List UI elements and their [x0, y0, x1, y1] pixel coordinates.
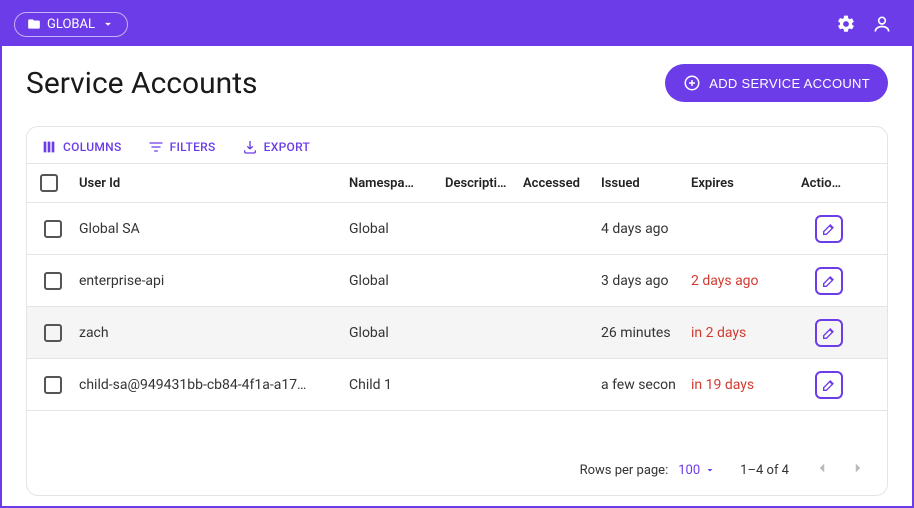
chevron-left-icon	[813, 459, 831, 477]
table-row[interactable]: child-sa@949431bb-cb84-4f1a-a17… Child 1…	[27, 359, 887, 411]
cell-issued: 4 days ago	[601, 221, 691, 237]
th-user-id[interactable]: User Id	[79, 176, 349, 191]
pencil-icon	[821, 273, 837, 289]
rows-per-page-label: Rows per page:	[580, 463, 669, 478]
folder-icon	[27, 17, 41, 31]
cell-namespace: Child 1	[349, 377, 445, 393]
pencil-icon	[821, 221, 837, 237]
cell-namespace: Global	[349, 221, 445, 237]
namespace-selector[interactable]: GLOBAL	[14, 12, 128, 37]
export-tool[interactable]: EXPORT	[242, 139, 311, 155]
filter-icon	[148, 139, 164, 155]
th-expires[interactable]: Expires	[691, 176, 801, 191]
cell-expires: in 19 days	[691, 377, 801, 393]
edit-button[interactable]	[815, 267, 843, 295]
cell-user-id: child-sa@949431bb-cb84-4f1a-a17…	[79, 377, 349, 393]
cell-expires: in 2 days	[691, 325, 801, 341]
next-page-button[interactable]	[845, 455, 871, 485]
add-button-label: ADD SERVICE ACCOUNT	[709, 76, 870, 91]
pencil-icon	[821, 377, 837, 393]
row-checkbox[interactable]	[44, 376, 62, 394]
select-all-checkbox[interactable]	[40, 174, 58, 192]
cell-user-id: Global SA	[79, 221, 349, 237]
th-description[interactable]: Descripti…	[445, 176, 523, 191]
rows-per-page-select[interactable]: 100	[678, 463, 716, 478]
edit-button[interactable]	[815, 371, 843, 399]
cell-expires: 2 days ago	[691, 273, 801, 289]
table-row[interactable]: zach Global 26 minutes in 2 days	[27, 307, 887, 359]
cell-issued: a few secon	[601, 377, 691, 393]
row-checkbox[interactable]	[44, 220, 62, 238]
person-icon	[872, 14, 892, 34]
gear-icon	[836, 14, 856, 34]
row-checkbox[interactable]	[44, 272, 62, 290]
prev-page-button[interactable]	[809, 455, 835, 485]
pencil-icon	[821, 325, 837, 341]
download-icon	[242, 139, 258, 155]
page-title: Service Accounts	[26, 66, 258, 101]
cell-namespace: Global	[349, 325, 445, 341]
chevron-right-icon	[849, 459, 867, 477]
cell-user-id: zach	[79, 325, 349, 341]
cell-issued: 3 days ago	[601, 273, 691, 289]
pagination-range: 1–4 of 4	[740, 463, 789, 478]
edit-button[interactable]	[815, 215, 843, 243]
settings-button[interactable]	[828, 6, 864, 42]
th-issued[interactable]: Issued	[601, 176, 691, 191]
namespace-label: GLOBAL	[47, 17, 95, 32]
chevron-down-icon	[101, 17, 115, 31]
dropdown-icon	[704, 464, 716, 476]
th-namespace[interactable]: Namespa…	[349, 176, 445, 191]
columns-tool[interactable]: COLUMNS	[41, 139, 122, 155]
account-button[interactable]	[864, 6, 900, 42]
th-accessed[interactable]: Accessed	[523, 176, 601, 191]
plus-circle-icon	[683, 74, 701, 92]
add-service-account-button[interactable]: ADD SERVICE ACCOUNT	[665, 64, 888, 102]
cell-issued: 26 minutes	[601, 325, 691, 341]
row-checkbox[interactable]	[44, 324, 62, 342]
table-row[interactable]: Global SA Global 4 days ago	[27, 203, 887, 255]
edit-button[interactable]	[815, 319, 843, 347]
th-actions: Actions	[801, 176, 857, 191]
filters-tool[interactable]: FILTERS	[148, 139, 216, 155]
cell-user-id: enterprise-api	[79, 273, 349, 289]
table-row[interactable]: enterprise-api Global 3 days ago 2 days …	[27, 255, 887, 307]
cell-namespace: Global	[349, 273, 445, 289]
columns-icon	[41, 139, 57, 155]
